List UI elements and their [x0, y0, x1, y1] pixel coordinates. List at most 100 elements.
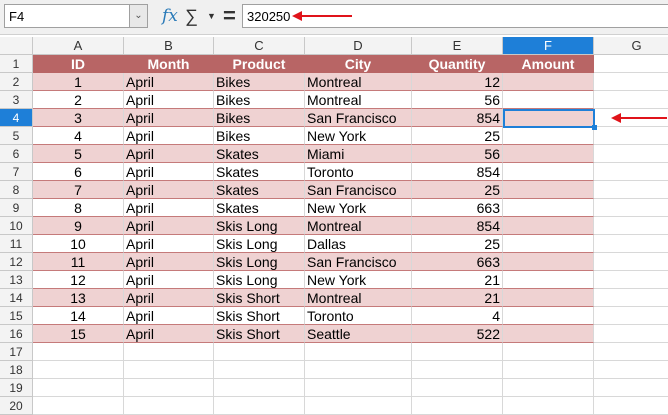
cell[interactable] — [594, 217, 668, 235]
table-cell[interactable] — [503, 307, 594, 325]
table-cell[interactable]: 9 — [33, 217, 124, 235]
cell[interactable] — [33, 361, 124, 379]
cell[interactable] — [594, 91, 668, 109]
table-cell[interactable]: Bikes — [214, 73, 305, 91]
table-cell[interactable]: 663 — [412, 199, 503, 217]
table-cell[interactable]: April — [124, 199, 214, 217]
row-header[interactable]: 16 — [0, 325, 33, 343]
table-cell[interactable] — [503, 127, 594, 145]
table-cell[interactable]: 854 — [412, 163, 503, 181]
table-cell[interactable]: 4 — [412, 307, 503, 325]
name-box[interactable]: F4 ⌄ — [4, 4, 148, 28]
cell[interactable] — [412, 343, 503, 361]
table-cell[interactable]: 14 — [33, 307, 124, 325]
table-cell[interactable]: 11 — [33, 253, 124, 271]
table-cell[interactable]: 6 — [33, 163, 124, 181]
row-header[interactable]: 3 — [0, 91, 33, 109]
chevron-down-icon[interactable]: ⌄ — [129, 5, 147, 27]
cell[interactable] — [214, 343, 305, 361]
table-cell[interactable]: 2 — [33, 91, 124, 109]
table-cell[interactable]: 854 — [412, 109, 503, 127]
table-cell[interactable]: Skis Short — [214, 325, 305, 343]
cell[interactable] — [503, 379, 594, 397]
row-header[interactable]: 4 — [0, 109, 33, 127]
table-cell[interactable]: 10 — [33, 235, 124, 253]
cell[interactable] — [214, 361, 305, 379]
row-header[interactable]: 17 — [0, 343, 33, 361]
table-cell[interactable]: 21 — [412, 289, 503, 307]
column-header-E[interactable]: E — [412, 37, 503, 55]
table-cell[interactable]: April — [124, 325, 214, 343]
cell[interactable] — [594, 397, 668, 415]
table-cell[interactable]: New York — [305, 271, 412, 289]
column-header-F[interactable]: F — [503, 37, 594, 55]
cell[interactable] — [412, 397, 503, 415]
header-cell[interactable]: Month — [124, 55, 214, 73]
cell[interactable] — [594, 271, 668, 289]
table-cell[interactable]: Dallas — [305, 235, 412, 253]
cell[interactable] — [594, 307, 668, 325]
row-header[interactable]: 18 — [0, 361, 33, 379]
row-header[interactable]: 1 — [0, 55, 33, 73]
table-cell[interactable]: Skis Long — [214, 271, 305, 289]
table-cell[interactable]: April — [124, 235, 214, 253]
row-header[interactable]: 6 — [0, 145, 33, 163]
cell[interactable] — [503, 343, 594, 361]
header-cell[interactable]: ID — [33, 55, 124, 73]
table-cell[interactable]: Bikes — [214, 91, 305, 109]
table-cell[interactable]: Skates — [214, 199, 305, 217]
table-cell[interactable] — [503, 235, 594, 253]
selected-cell-cursor[interactable] — [503, 109, 595, 128]
table-cell[interactable]: San Francisco — [305, 181, 412, 199]
sigma-icon[interactable]: ∑ — [185, 4, 198, 28]
row-header[interactable]: 20 — [0, 397, 33, 415]
table-cell[interactable]: Montreal — [305, 73, 412, 91]
row-header[interactable]: 2 — [0, 73, 33, 91]
table-cell[interactable]: 56 — [412, 91, 503, 109]
header-cell[interactable]: Product — [214, 55, 305, 73]
cell[interactable] — [594, 289, 668, 307]
row-header[interactable]: 11 — [0, 235, 33, 253]
row-header[interactable]: 12 — [0, 253, 33, 271]
cell[interactable] — [594, 325, 668, 343]
cell[interactable] — [594, 343, 668, 361]
cell[interactable] — [594, 163, 668, 181]
table-cell[interactable]: 25 — [412, 181, 503, 199]
row-header[interactable]: 15 — [0, 307, 33, 325]
table-cell[interactable]: Skis Long — [214, 235, 305, 253]
table-cell[interactable]: April — [124, 163, 214, 181]
cell[interactable] — [594, 55, 668, 73]
table-cell[interactable]: 8 — [33, 199, 124, 217]
cell[interactable] — [594, 361, 668, 379]
table-cell[interactable]: San Francisco — [305, 253, 412, 271]
table-cell[interactable]: April — [124, 73, 214, 91]
table-cell[interactable]: 3 — [33, 109, 124, 127]
table-cell[interactable]: April — [124, 181, 214, 199]
table-cell[interactable]: April — [124, 307, 214, 325]
table-cell[interactable] — [503, 199, 594, 217]
row-header[interactable]: 13 — [0, 271, 33, 289]
cell[interactable] — [503, 361, 594, 379]
cell[interactable] — [594, 73, 668, 91]
table-cell[interactable]: Bikes — [214, 127, 305, 145]
cell[interactable] — [594, 199, 668, 217]
cell[interactable] — [305, 397, 412, 415]
cell[interactable] — [412, 379, 503, 397]
cell[interactable] — [33, 397, 124, 415]
table-cell[interactable]: Montreal — [305, 217, 412, 235]
header-cell[interactable]: Amount — [503, 55, 594, 73]
table-cell[interactable]: 1 — [33, 73, 124, 91]
row-header[interactable]: 19 — [0, 379, 33, 397]
table-cell[interactable]: Miami — [305, 145, 412, 163]
cell[interactable] — [412, 361, 503, 379]
table-cell[interactable]: 663 — [412, 253, 503, 271]
cell[interactable] — [305, 361, 412, 379]
column-header-D[interactable]: D — [305, 37, 412, 55]
row-header[interactable]: 14 — [0, 289, 33, 307]
formula-equals-button[interactable]: = — [223, 4, 236, 28]
cell[interactable] — [33, 379, 124, 397]
table-cell[interactable]: April — [124, 127, 214, 145]
table-cell[interactable]: Montreal — [305, 91, 412, 109]
cell[interactable] — [594, 181, 668, 199]
table-cell[interactable]: 854 — [412, 217, 503, 235]
